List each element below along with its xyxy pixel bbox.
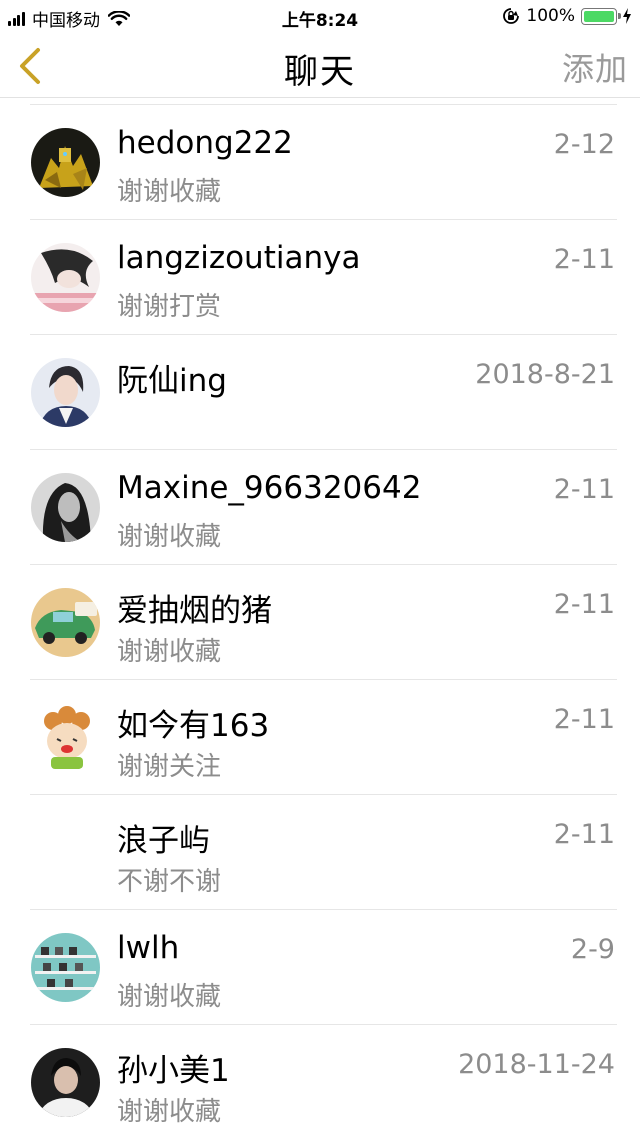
message-date: 2-11 [553,589,615,620]
add-button[interactable]: 添加 [562,44,628,90]
last-message: 谢谢打赏 [117,292,222,322]
message-date: 2018-11-24 [458,1049,615,1080]
toy-car-avatar [31,588,100,657]
contact-name: lwlh [117,930,180,966]
chat-row[interactable]: langzizoutianya 谢谢打赏 2-11 [0,220,640,335]
contact-name: 爱抽烟的猪 [117,593,272,629]
battery-percent: 100% [526,6,575,26]
woman-photo-avatar [31,358,100,427]
last-message: 谢谢收藏 [117,1097,222,1127]
empty-avatar [31,818,100,887]
contact-name: 孙小美1 [117,1053,230,1089]
last-message: 谢谢收藏 [117,982,222,1012]
chat-row[interactable]: 阮仙ing 2018-8-21 [0,335,640,450]
message-date: 2-12 [553,129,615,160]
message-date: 2-9 [570,934,615,965]
last-message: 谢谢收藏 [117,637,222,667]
chat-row[interactable]: lwlh 谢谢收藏 2-9 [0,910,640,1025]
shelf-avatar [31,933,100,1002]
man-photo-avatar [31,1048,100,1117]
contact-name: 如今有163 [117,708,270,744]
nav-bar: 聊天 添加 [0,34,640,98]
chat-row[interactable]: Maxine_966320642 谢谢收藏 2-11 [0,450,640,565]
contact-name: Maxine_966320642 [117,470,422,506]
page-title: 聊天 [284,52,356,92]
rotation-lock-icon [503,8,520,24]
charging-bolt-icon [623,8,631,24]
contact-name: langzizoutianya [117,240,361,276]
contact-name: 阮仙ing [117,363,227,399]
message-date: 2-11 [553,244,615,275]
contact-name: 浪子屿 [117,823,210,859]
chat-row[interactable]: 浪子屿 不谢不谢 2-11 [0,795,640,910]
status-right: 100% [502,6,632,26]
cartoon-avatar [31,703,100,772]
message-date: 2018-8-21 [475,359,615,390]
battery-cap [618,12,621,19]
chat-rows: hedong222 谢谢收藏 2-12 langzizoutianya 谢谢打赏… [0,105,640,1138]
status-bar: 中国移动 上午8:24 100% [0,0,640,34]
battery-icon [581,7,621,25]
chat-row[interactable]: 孙小美1 谢谢收藏 2018-11-24 [0,1025,640,1138]
chat-row[interactable]: hedong222 谢谢收藏 2-12 [0,105,640,220]
robot-avatar [31,128,100,197]
last-message: 谢谢收藏 [117,177,222,207]
message-date: 2-11 [553,819,615,850]
message-date: 2-11 [553,474,615,505]
bw-portrait-avatar [31,473,100,542]
contact-name: hedong222 [117,125,293,161]
chat-row[interactable]: 如今有163 谢谢关注 2-11 [0,680,640,795]
girl-sketch-avatar [31,243,100,312]
chat-screen: 中国移动 上午8:24 100% 聊天 添加 hedong222 谢谢收藏 2-… [0,0,640,1138]
last-message: 谢谢收藏 [117,522,222,552]
last-message: 不谢不谢 [117,867,222,897]
message-date: 2-11 [553,704,615,735]
chat-row[interactable]: 爱抽烟的猪 谢谢收藏 2-11 [0,565,640,680]
battery-fill [584,10,614,22]
last-message: 谢谢关注 [117,752,222,782]
